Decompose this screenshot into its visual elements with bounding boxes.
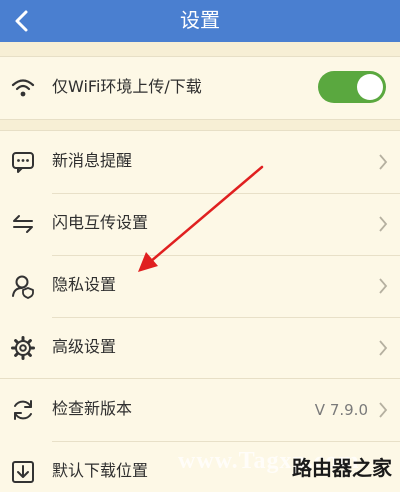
chevron-right-icon bbox=[379, 278, 388, 294]
section-gap bbox=[0, 42, 400, 56]
message-notify-label: 新消息提醒 bbox=[52, 151, 133, 170]
version-value: V 7.9.0 bbox=[314, 401, 368, 419]
chevron-right-icon bbox=[379, 216, 388, 232]
flash-transfer-row[interactable]: 闪电互传设置 bbox=[0, 193, 400, 255]
check-update-row[interactable]: 检查新版本 V 7.9.0 bbox=[0, 379, 400, 441]
privacy-settings-row[interactable]: 隐私设置 bbox=[0, 255, 400, 317]
wifi-icon bbox=[11, 79, 35, 97]
network-settings-group: 仅WiFi环境上传/下载 bbox=[0, 56, 400, 120]
watermark-logo-text: 路由器之家 bbox=[292, 456, 392, 480]
refresh-icon bbox=[14, 400, 32, 420]
check-update-label: 检查新版本 bbox=[52, 399, 133, 418]
privacy-icon bbox=[12, 275, 34, 299]
chevron-right-icon bbox=[379, 340, 388, 356]
app-header: 设置 bbox=[0, 0, 400, 42]
main-settings-group: 新消息提醒 闪电互传设置 隐私设置 高级设置 bbox=[0, 130, 400, 380]
advanced-settings-label: 高级设置 bbox=[52, 337, 117, 356]
wifi-only-row[interactable]: 仅WiFi环境上传/下载 bbox=[0, 57, 400, 119]
privacy-settings-label: 隐私设置 bbox=[52, 275, 117, 294]
chevron-right-icon bbox=[379, 154, 388, 170]
wifi-only-label: 仅WiFi环境上传/下载 bbox=[52, 77, 202, 96]
chevron-right-icon bbox=[379, 402, 388, 418]
gear-icon bbox=[11, 336, 35, 360]
message-icon bbox=[12, 152, 34, 173]
download-location-label: 默认下载位置 bbox=[52, 461, 149, 480]
flash-transfer-label: 闪电互传设置 bbox=[52, 213, 149, 232]
page-title: 设置 bbox=[180, 8, 220, 32]
download-icon bbox=[12, 461, 34, 483]
wifi-only-toggle[interactable] bbox=[318, 71, 386, 103]
advanced-settings-row[interactable]: 高级设置 bbox=[0, 317, 400, 379]
transfer-icon bbox=[13, 215, 33, 233]
toggle-knob bbox=[357, 74, 383, 100]
message-notify-row[interactable]: 新消息提醒 bbox=[0, 131, 400, 193]
section-gap bbox=[0, 120, 400, 130]
